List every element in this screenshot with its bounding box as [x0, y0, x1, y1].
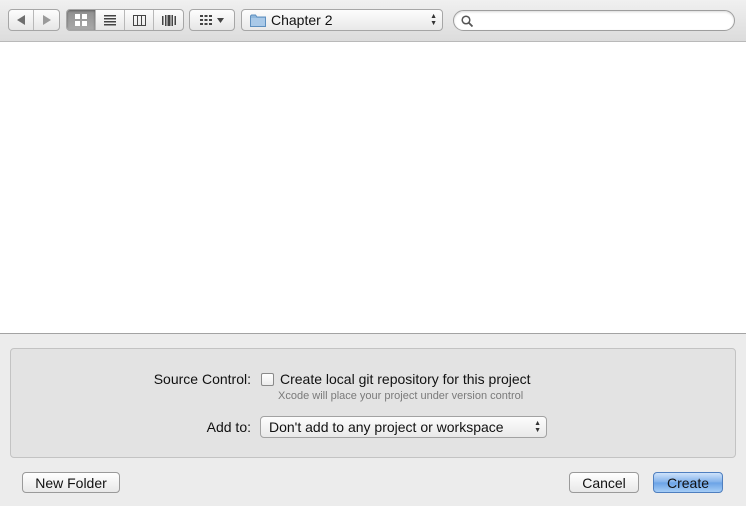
- search-input[interactable]: [477, 12, 734, 29]
- git-hint-text: Xcode will place your project under vers…: [278, 390, 524, 402]
- back-arrow-icon: [16, 15, 25, 25]
- arrange-button[interactable]: [189, 9, 235, 31]
- location-label: Chapter 2: [271, 12, 333, 28]
- popup-arrows-icon: ▲ ▼: [534, 420, 541, 434]
- add-to-label: Add to:: [206, 419, 251, 435]
- file-browser-area[interactable]: [0, 42, 746, 334]
- git-repository-checkbox[interactable]: [261, 372, 274, 386]
- create-button[interactable]: Create: [653, 472, 723, 493]
- location-popup[interactable]: Chapter 2 ▲ ▼: [241, 9, 443, 31]
- view-mode-switcher: [66, 9, 184, 31]
- cover-flow-icon: [161, 14, 176, 26]
- history-nav: [8, 9, 60, 31]
- toolbar: Chapter 2 ▲ ▼: [0, 0, 746, 42]
- icon-view-button[interactable]: [67, 10, 96, 30]
- popup-arrows-icon: ▲ ▼: [430, 13, 437, 27]
- chevron-down-icon: [217, 17, 224, 23]
- search-field[interactable]: [453, 10, 735, 31]
- accessory-panel: Source Control: Create local git reposit…: [10, 348, 736, 458]
- new-folder-button[interactable]: New Folder: [22, 472, 120, 493]
- source-control-label: Source Control:: [153, 371, 251, 387]
- cover-flow-view-button[interactable]: [154, 10, 183, 30]
- icon-view-icon: [75, 14, 87, 26]
- forward-button[interactable]: [34, 10, 59, 30]
- git-repository-option[interactable]: Create local git repository for this pro…: [261, 371, 531, 387]
- column-view-button[interactable]: [125, 10, 154, 30]
- list-view-icon: [104, 14, 116, 25]
- cancel-button[interactable]: Cancel: [569, 472, 639, 493]
- list-view-button[interactable]: [96, 10, 125, 30]
- back-button[interactable]: [9, 10, 34, 30]
- search-icon: [461, 14, 473, 27]
- add-to-value: Don't add to any project or workspace: [269, 419, 504, 435]
- save-dialog: Chapter 2 ▲ ▼ Source Control: Create loca…: [0, 0, 746, 506]
- git-repository-label[interactable]: Create local git repository for this pro…: [280, 371, 531, 387]
- grid-icon: [200, 15, 212, 25]
- folder-icon: [250, 14, 266, 27]
- column-view-icon: [132, 14, 146, 26]
- forward-arrow-icon: [43, 15, 51, 25]
- add-to-popup[interactable]: Don't add to any project or workspace ▲ ▼: [260, 416, 547, 438]
